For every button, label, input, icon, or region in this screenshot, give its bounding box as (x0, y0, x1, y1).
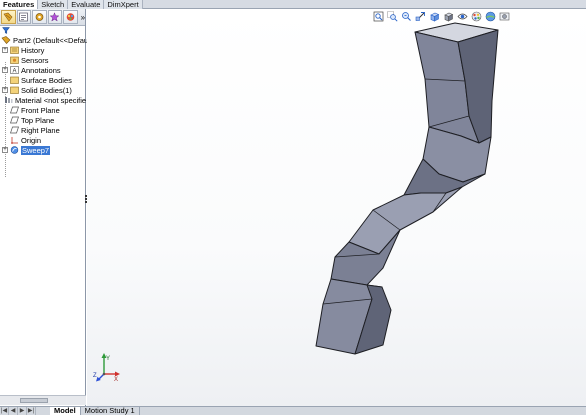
configuration-manager-button[interactable] (32, 10, 47, 24)
feature-manager-toolbar: » (0, 9, 85, 26)
part-icon (1, 36, 11, 44)
property-manager-button[interactable] (16, 10, 32, 24)
property-manager-icon (19, 12, 29, 22)
material-icon (4, 96, 13, 104)
tree-item-right-plane[interactable]: Right Plane (0, 125, 85, 135)
next-tab-button[interactable]: ▶ (18, 407, 27, 415)
plane-icon (10, 126, 19, 134)
history-icon (10, 46, 19, 54)
tree-item-solid-bodies[interactable]: + Solid Bodies(1) (0, 85, 85, 95)
filter-icon[interactable] (2, 27, 10, 34)
feature-manager-tree-button[interactable] (1, 10, 16, 24)
tree-item-surface-bodies[interactable]: Surface Bodies (0, 75, 85, 85)
tree-item-origin[interactable]: Origin (0, 135, 85, 145)
tree-item-sweep7[interactable]: + Sweep7 (0, 145, 85, 155)
tree-item-label: Top Plane (21, 115, 55, 125)
display-manager-icon (66, 13, 75, 21)
tree-item-label: Solid Bodies(1) (21, 85, 72, 95)
svg-text:A: A (12, 69, 16, 75)
tab-model[interactable]: Model (50, 407, 81, 415)
tree-item-label: Material <not specifie (15, 95, 87, 105)
plane-icon (10, 106, 19, 114)
feature-tree-icon (3, 12, 13, 22)
display-manager-button[interactable] (63, 10, 78, 24)
feature-tree-horizontal-scrollbar[interactable] (0, 395, 86, 405)
tree-item-sensors[interactable]: Sensors (0, 55, 85, 65)
tree-item-label: Right Plane (21, 125, 60, 135)
tree-item-material[interactable]: Material <not specifie (0, 95, 87, 105)
tree-item-label: Front Plane (21, 105, 60, 115)
surface-bodies-icon (10, 76, 19, 84)
first-tab-button[interactable]: |◀ (0, 407, 9, 415)
tree-item-top-plane[interactable]: Top Plane (0, 115, 85, 125)
tree-item-label: History (21, 45, 45, 55)
triad-x-label: X (114, 377, 118, 383)
plane-icon (10, 116, 19, 124)
tab-dimxpert[interactable]: DimXpert (104, 0, 143, 9)
dimxpert-manager-button[interactable] (47, 10, 63, 24)
expand-toggle[interactable]: + (2, 87, 8, 93)
tab-features[interactable]: Features (0, 0, 39, 9)
solidworks-window: Features Sketch Evaluate DimXpert » Part… (0, 0, 586, 415)
solid-bodies-icon (10, 86, 19, 94)
tree-item-annotations[interactable]: + A Annotations (0, 65, 85, 75)
tree-item-label: Surface Bodies (21, 75, 72, 85)
tree-item-part[interactable]: Part2 (Default<<Default (0, 35, 92, 45)
tree-item-label: Annotations (21, 65, 61, 75)
dimxpert-manager-icon (49, 12, 60, 22)
reference-triad: Y X Z (93, 352, 121, 386)
tree-filter-row (0, 26, 85, 35)
tab-motion-study-1[interactable]: Motion Study 1 (81, 407, 140, 415)
bottom-tab-bar: |◀ ◀ ▶ ▶| Model Motion Study 1 (0, 406, 586, 415)
annotations-icon: A (10, 66, 19, 75)
expand-toggle[interactable]: + (2, 147, 8, 153)
previous-tab-button[interactable]: ◀ (9, 407, 18, 415)
origin-icon (10, 136, 19, 144)
graphics-area[interactable]: Y X Z (87, 9, 586, 406)
triad-z-label: Z (93, 373, 97, 379)
expand-toggle[interactable]: + (2, 47, 8, 53)
sweep-3d-model[interactable] (87, 9, 586, 406)
feature-tree: Part2 (Default<<Default + History Sensor… (0, 35, 92, 177)
triad-y-label: Y (106, 356, 110, 362)
feature-manager-panel: » Part2 (Default<<Default + History Sens… (0, 9, 92, 406)
scrollbar-thumb[interactable] (20, 398, 48, 403)
expand-toggle[interactable]: + (2, 67, 8, 73)
tree-item-label: Sweep7 (21, 145, 51, 155)
model-face (348, 186, 463, 255)
sensors-icon (10, 56, 19, 64)
last-tab-button[interactable]: ▶| (27, 407, 36, 415)
toolbar-more-button[interactable]: » (81, 13, 85, 22)
tree-item-history[interactable]: + History (0, 45, 85, 55)
tree-item-label: Sensors (21, 55, 49, 65)
command-manager-tabs: Features Sketch Evaluate DimXpert (0, 0, 586, 9)
tab-evaluate[interactable]: Evaluate (68, 0, 105, 9)
tree-item-label: Part2 (Default<<Default (13, 35, 92, 45)
tree-item-front-plane[interactable]: Front Plane (0, 105, 85, 115)
configuration-manager-icon (35, 13, 44, 21)
tree-item-label: Origin (21, 135, 42, 145)
sweep-icon (10, 146, 19, 154)
tab-sketch[interactable]: Sketch (38, 0, 69, 9)
